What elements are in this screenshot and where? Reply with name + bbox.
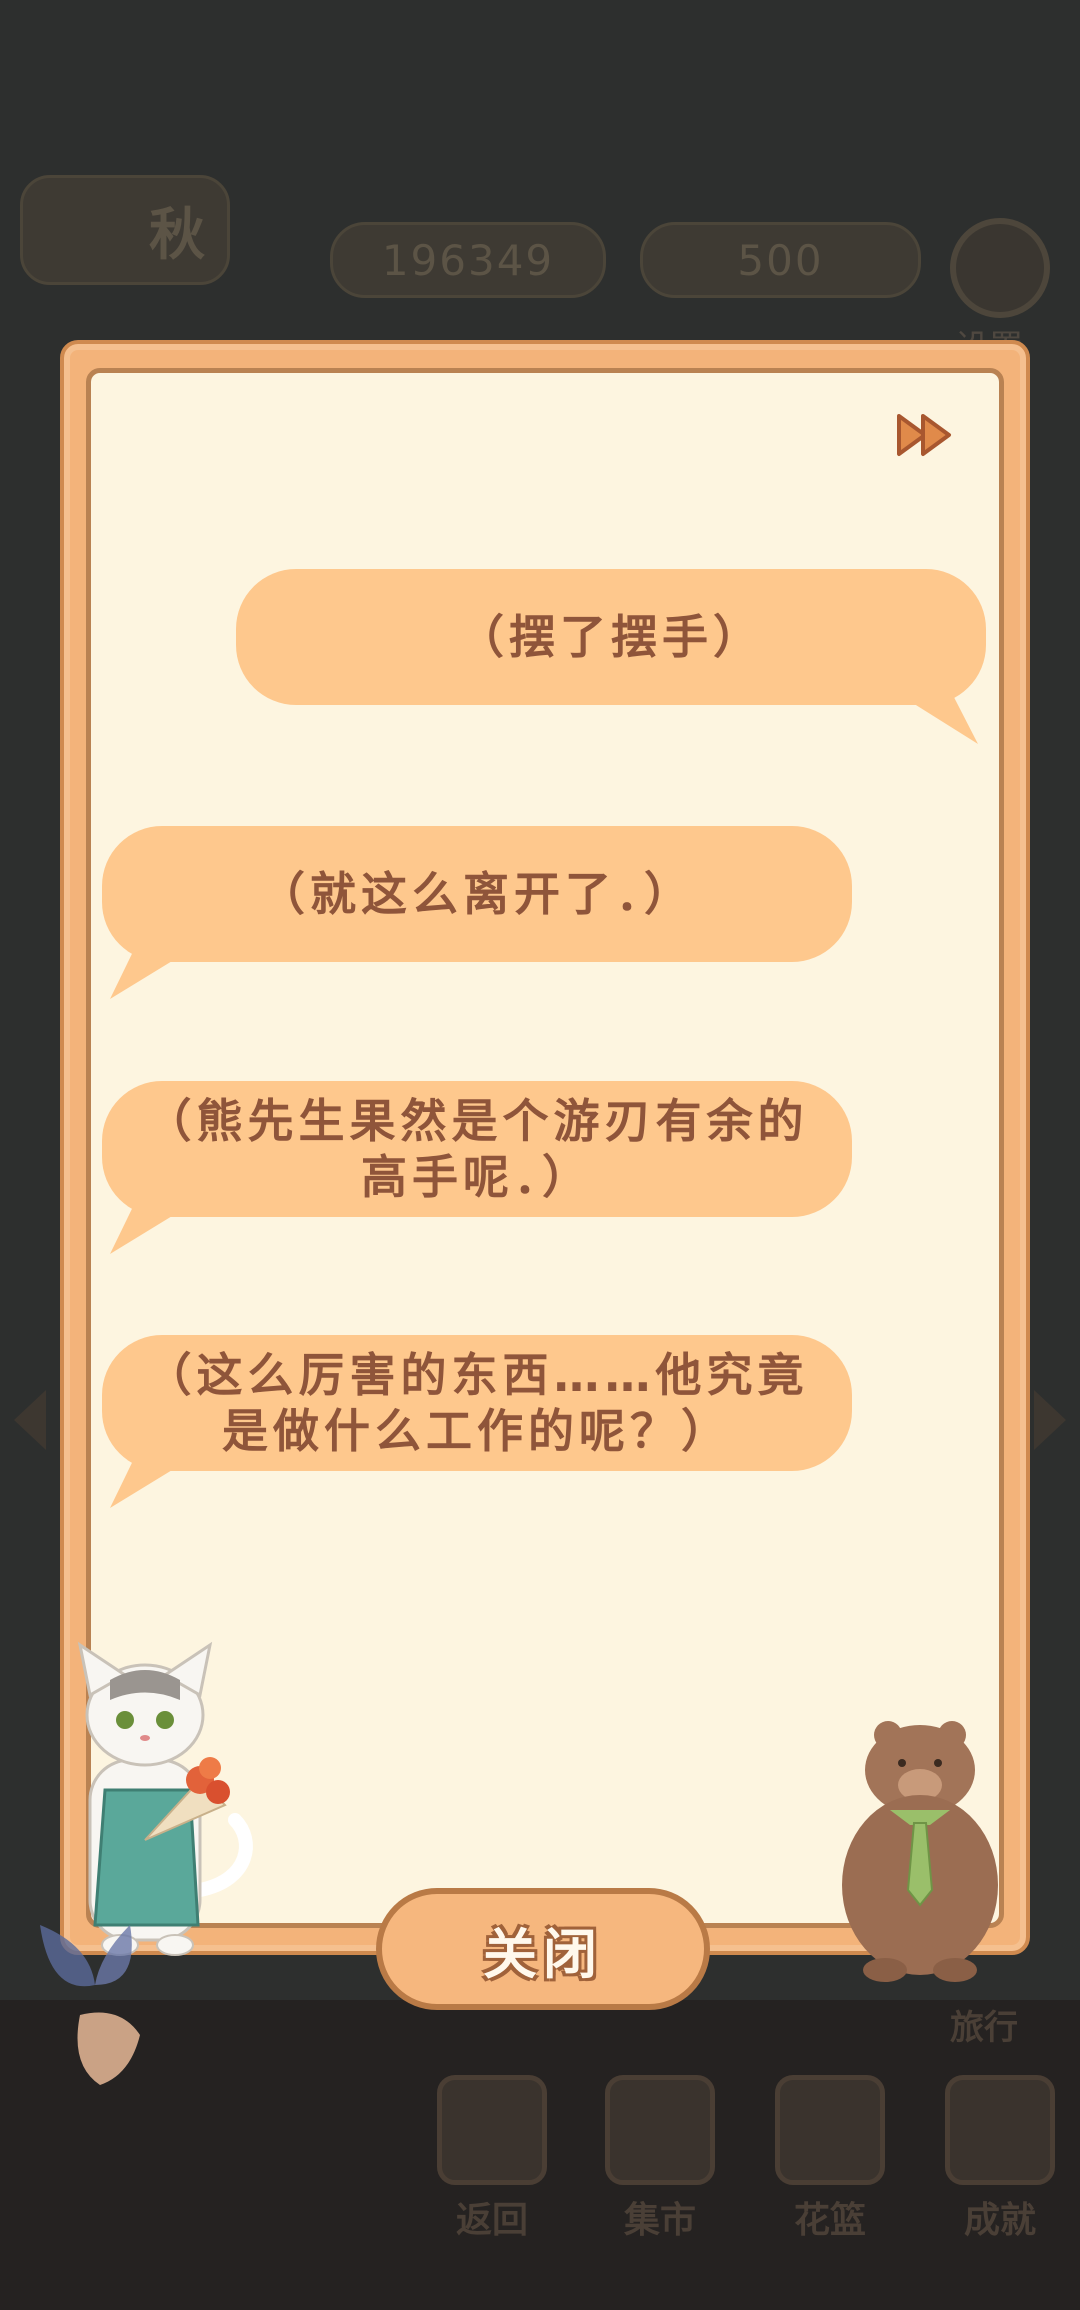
gear-icon [950,218,1050,318]
nav-back-label: 返回 [455,2200,528,2241]
market-stall-icon [605,2075,715,2185]
dialog-bubble-4: （这么厉害的东西……他究竟是做什么工作的呢？） [102,1335,852,1471]
flower-basket-icon [775,2075,885,2185]
dialog-line-1: （摆了摆手） [458,610,764,664]
dialog-bubble-1: （摆了摆手） [236,569,986,705]
season-indicator: 秋 [20,175,230,285]
nav-basket: 花篮 [770,2075,890,2243]
dialog-bubble-3: （熊先生果然是个游刃有余的高手呢．） [102,1081,852,1217]
fish-currency: 196349 [330,222,606,298]
nav-achievements: 成就 [940,2075,1060,2243]
close-button[interactable]: 关闭 [376,1888,710,2010]
window-icon [437,2075,547,2185]
bear-character [842,1721,998,1982]
right-arrow-icon [1034,1390,1066,1450]
left-arrow-icon [14,1390,46,1450]
fish-count: 196349 [381,235,555,285]
fast-forward-icon[interactable] [895,410,955,460]
season-label: 秋 [149,202,207,268]
dialog-line-4: （这么厉害的东西……他究竟是做什么工作的呢？） [145,1348,809,1458]
nav-market-label: 集市 [623,2200,696,2241]
dialog-bubble-2: （就这么离开了．） [102,826,852,962]
nav-basket-label: 花篮 [793,2200,866,2241]
travel-label: 旅行 [950,2008,1018,2048]
butterfly-icon [40,1925,140,2085]
trophy-icon [945,2075,1055,2185]
nav-back: 返回 [432,2075,552,2243]
nav-achievements-label: 成就 [963,2200,1036,2241]
cheese-count: 500 [737,235,824,285]
close-button-label: 关闭 [483,1922,603,1986]
cheese-currency: 500 [640,222,921,298]
dialog-line-2: （就这么离开了．） [259,867,695,921]
nav-market: 集市 [600,2075,720,2243]
dialog-line-3: （熊先生果然是个游刃有余的高手呢．） [145,1094,809,1204]
